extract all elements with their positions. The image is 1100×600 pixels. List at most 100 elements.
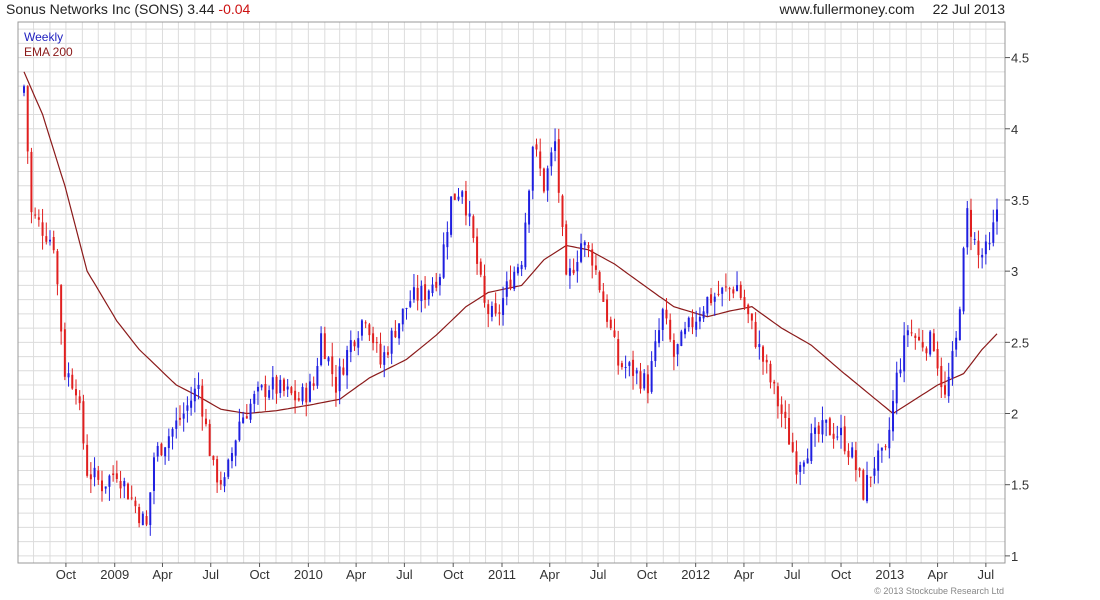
candle-body-up (825, 419, 828, 423)
candle-body-down (264, 383, 267, 397)
candle-body-down (472, 216, 475, 239)
candle-body-up (650, 361, 653, 392)
candle-body-down (453, 193, 456, 200)
candle-body-down (914, 335, 917, 338)
chart-legend: Weekly EMA 200 (24, 30, 73, 60)
candle-body-up (947, 376, 950, 397)
axis-layer: 1 1.5 2 2.5 3 3.5 4 4.5 Oct 2009 Apr Jul Oct 2010 Apr J… (17, 21, 1029, 582)
candle-body-up (249, 403, 252, 420)
candle-body-up (242, 417, 245, 424)
candle-body-down (416, 287, 419, 301)
candle-body-up (238, 421, 241, 441)
candle-body-up (123, 481, 126, 487)
candle-body-down (41, 222, 44, 236)
candle-body-down (672, 340, 675, 357)
candle-body-up (286, 386, 289, 390)
candle-body-up (320, 333, 323, 366)
candle-body-down (828, 418, 831, 436)
candle-body-down (717, 293, 720, 295)
candle-body-up (431, 284, 434, 294)
candle-body-down (944, 385, 947, 395)
candle-body-down (138, 507, 141, 524)
candle-body-up (929, 331, 932, 355)
candle-body-down (78, 396, 81, 404)
x-tick-label: 2010 (294, 567, 323, 582)
candle-body-down (60, 285, 63, 332)
candle-body-down (201, 385, 204, 417)
y-tick-label: 3 (1011, 264, 1018, 279)
candle-body-up (383, 352, 386, 365)
candle-body-up (271, 377, 274, 390)
candle-body-down (282, 379, 285, 391)
candle-body-up (502, 298, 505, 315)
candle-body-up (661, 309, 664, 330)
candle-body-up (390, 330, 393, 354)
candle-body-down (646, 374, 649, 394)
candle-body-down (776, 386, 779, 407)
candle-body-up (23, 86, 25, 93)
legend-weekly: Weekly (24, 30, 64, 44)
candle-body-down (30, 151, 33, 213)
candle-body-up (996, 209, 998, 222)
candle-body-up (806, 458, 809, 464)
candle-body-down (297, 398, 300, 401)
candle-body-up (108, 475, 111, 487)
candle-body-down (561, 195, 564, 228)
candle-body-up (635, 370, 638, 374)
candle-body-up (528, 190, 531, 225)
candle-body-down (424, 284, 427, 301)
candle-body-up (156, 445, 159, 457)
candle-body-up (48, 239, 51, 242)
candle-body-up (357, 338, 360, 348)
candle-body-up (468, 213, 471, 217)
candle-body-down (780, 404, 783, 415)
candle-body-up (346, 350, 349, 376)
candle-body-down (63, 329, 66, 377)
candle-body-down (483, 275, 486, 303)
candle-body-up (628, 362, 631, 366)
candle-body-up (984, 241, 987, 255)
candle-body-down (479, 261, 482, 275)
candle-body-down (74, 389, 77, 396)
candle-body-down (795, 451, 798, 475)
candle-body-down (754, 321, 757, 348)
candle-body-up (877, 450, 880, 471)
candle-body-up (643, 373, 646, 389)
candle-body-down (134, 500, 137, 507)
candle-body-up (412, 287, 415, 300)
candle-body-up (513, 271, 516, 290)
x-tick-label: 2012 (681, 567, 710, 582)
candle-body-down (773, 381, 776, 384)
candle-body-down (353, 341, 356, 347)
candle-body-down (854, 450, 857, 470)
candle-body-up (308, 381, 311, 402)
candle-body-down (476, 236, 479, 264)
candle-body-down (791, 442, 794, 452)
candle-body-down (728, 288, 731, 290)
candle-body-down (216, 459, 219, 483)
candle-body-up (810, 433, 813, 462)
candle-body-down (587, 244, 590, 249)
candle-body-down (632, 359, 635, 376)
candle-body-up (899, 369, 902, 374)
candle-body-up (141, 513, 144, 526)
candle-body-down (594, 265, 597, 270)
candle-body-down (598, 272, 601, 291)
candle-body-up (505, 281, 508, 297)
candle-body-down (762, 346, 765, 362)
candle-body-up (580, 243, 583, 262)
candle-body-up (958, 309, 961, 341)
candle-body-down (219, 480, 222, 485)
candle-body-up (550, 152, 553, 167)
candle-body-down (372, 333, 375, 344)
candle-body-down (784, 411, 787, 418)
x-tick-label: Jul (202, 567, 219, 582)
candle-body-up (583, 242, 586, 246)
candle-body-up (880, 447, 883, 451)
candle-body-up (256, 386, 259, 392)
candle-body-up (301, 386, 304, 402)
candle-body-up (401, 308, 404, 325)
candle-body-down (312, 383, 315, 386)
candle-body-up (706, 296, 709, 314)
candle-body-up (438, 277, 441, 286)
